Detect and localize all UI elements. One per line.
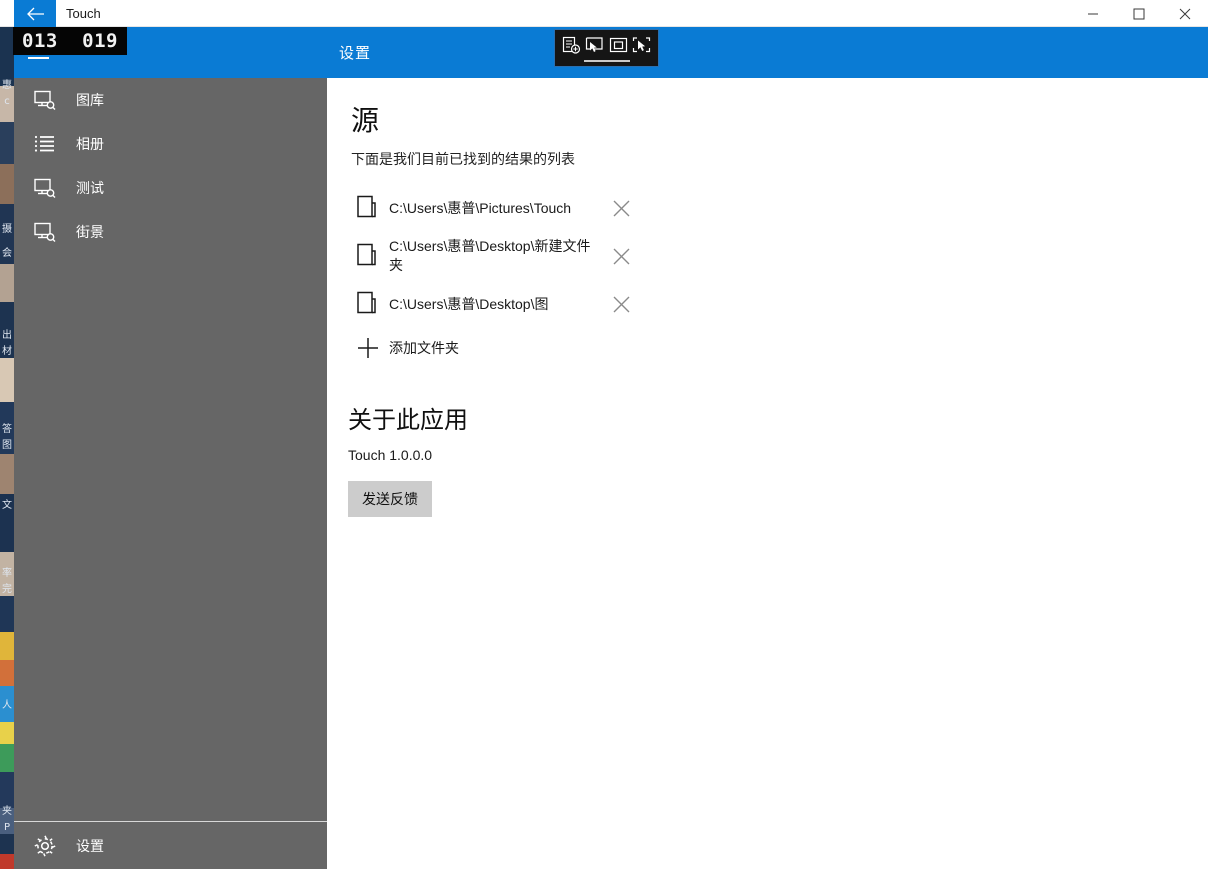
photo-search-icon xyxy=(14,210,76,254)
folder-icon xyxy=(347,186,389,230)
remove-source-button[interactable] xyxy=(604,239,638,273)
sidebar-item-label: 相册 xyxy=(76,136,104,152)
maximize-button[interactable] xyxy=(1116,0,1162,27)
photo-search-icon xyxy=(14,78,76,122)
window-title: Touch xyxy=(66,6,101,21)
source-folder-path: C:\Users\惠普\Desktop\图 xyxy=(389,295,549,312)
background-text-fragment: 材 xyxy=(2,346,12,357)
source-folder-path: C:\Users\惠普\Pictures\Touch xyxy=(389,199,572,216)
source-folder-path: C:\Users\惠普\Desktop\新建文件夹 xyxy=(389,238,591,273)
back-button[interactable] xyxy=(14,0,56,27)
sources-subtitle: 下面是我们目前已找到的结果的列表 xyxy=(351,151,575,167)
close-button[interactable] xyxy=(1162,0,1208,27)
background-text-fragment: 惠 xyxy=(2,80,12,91)
background-text-fragment: c xyxy=(4,96,10,107)
coordinate-overlay: 013 019 xyxy=(13,27,127,55)
freeform-snip-icon[interactable] xyxy=(631,34,653,56)
back-arrow-icon xyxy=(26,7,45,21)
settings-content: 源 下面是我们目前已找到的结果的列表 C:\Users\惠普\Pictures\… xyxy=(327,78,1208,869)
title-bar: Touch xyxy=(0,0,1208,27)
toolbar-drag-handle[interactable] xyxy=(583,60,630,62)
sidebar-footer: 设置 xyxy=(14,822,327,869)
remove-source-button[interactable] xyxy=(604,287,638,321)
background-text-fragment: 图 xyxy=(2,440,12,451)
app-window: 惠 c 摄 会 出 材 答 图 文 率 完 人 夹 P Touch 设置 013… xyxy=(0,0,1208,869)
sidebar-item-label: 测试 xyxy=(76,180,104,196)
coordinate-x-value: 013 xyxy=(22,30,58,52)
background-text-fragment: 完 xyxy=(2,584,12,595)
send-feedback-button[interactable]: 发送反馈 xyxy=(348,481,432,517)
page-title: 设置 xyxy=(339,45,372,62)
add-folder-label: 添加文件夹 xyxy=(389,340,459,356)
background-window-strip: 惠 c 摄 会 出 材 答 图 文 率 完 人 夹 P xyxy=(0,0,14,869)
source-folder-row[interactable]: C:\Users\惠普\Desktop\新建文件夹 xyxy=(347,230,687,282)
window-snip-icon[interactable] xyxy=(607,34,629,56)
sidebar-item-label: 街景 xyxy=(76,224,104,240)
background-text-fragment: P xyxy=(3,822,11,833)
background-text-fragment: 会 xyxy=(2,248,12,259)
sidebar-item-gallery[interactable]: 图库 xyxy=(14,78,327,122)
background-text-fragment: 摄 xyxy=(2,224,12,235)
source-folder-row[interactable]: C:\Users\惠普\Pictures\Touch xyxy=(347,186,687,230)
window-controls xyxy=(1070,0,1208,27)
remove-source-button[interactable] xyxy=(604,191,638,225)
sidebar-item-label: 设置 xyxy=(76,837,104,854)
background-text-fragment: 文 xyxy=(2,500,12,511)
background-text-fragment: 出 xyxy=(2,330,12,341)
rectangular-snip-icon[interactable] xyxy=(584,34,606,56)
background-text-fragment: 答 xyxy=(2,424,12,435)
sidebar-item-album[interactable]: 相册 xyxy=(14,122,327,166)
app-version: Touch 1.0.0.0 xyxy=(348,447,433,463)
background-text-fragment: 人 xyxy=(2,700,12,711)
source-folder-row[interactable]: C:\Users\惠普\Desktop\图 xyxy=(347,282,687,326)
add-folder-button[interactable]: 添加文件夹 xyxy=(347,326,687,370)
source-folder-list: C:\Users\惠普\Pictures\Touch C:\Users\惠普\D… xyxy=(347,186,687,370)
sidebar-nav-list: 图库 相册 测试 街景 xyxy=(14,78,327,254)
plus-icon xyxy=(347,326,389,370)
sidebar: 图库 相册 测试 街景 设置 xyxy=(14,78,327,869)
coordinate-y-value: 019 xyxy=(82,30,118,52)
folder-icon xyxy=(347,234,389,278)
gear-icon xyxy=(14,822,76,869)
minimize-button[interactable] xyxy=(1070,0,1116,27)
sidebar-item-settings[interactable]: 设置 xyxy=(14,822,327,869)
about-heading: 关于此应用 xyxy=(348,407,468,434)
sidebar-item-streetview[interactable]: 街景 xyxy=(14,210,327,254)
photo-search-icon xyxy=(14,166,76,210)
background-text-fragment: 夹 xyxy=(2,806,12,817)
background-text-fragment: 率 xyxy=(2,568,12,579)
list-icon xyxy=(14,122,76,166)
sidebar-item-label: 图库 xyxy=(76,92,104,108)
sidebar-item-test[interactable]: 测试 xyxy=(14,166,327,210)
folder-icon xyxy=(347,282,389,326)
screen-capture-toolbar[interactable] xyxy=(554,29,659,67)
sources-heading: 源 xyxy=(351,105,380,136)
new-snip-icon[interactable] xyxy=(560,34,582,56)
